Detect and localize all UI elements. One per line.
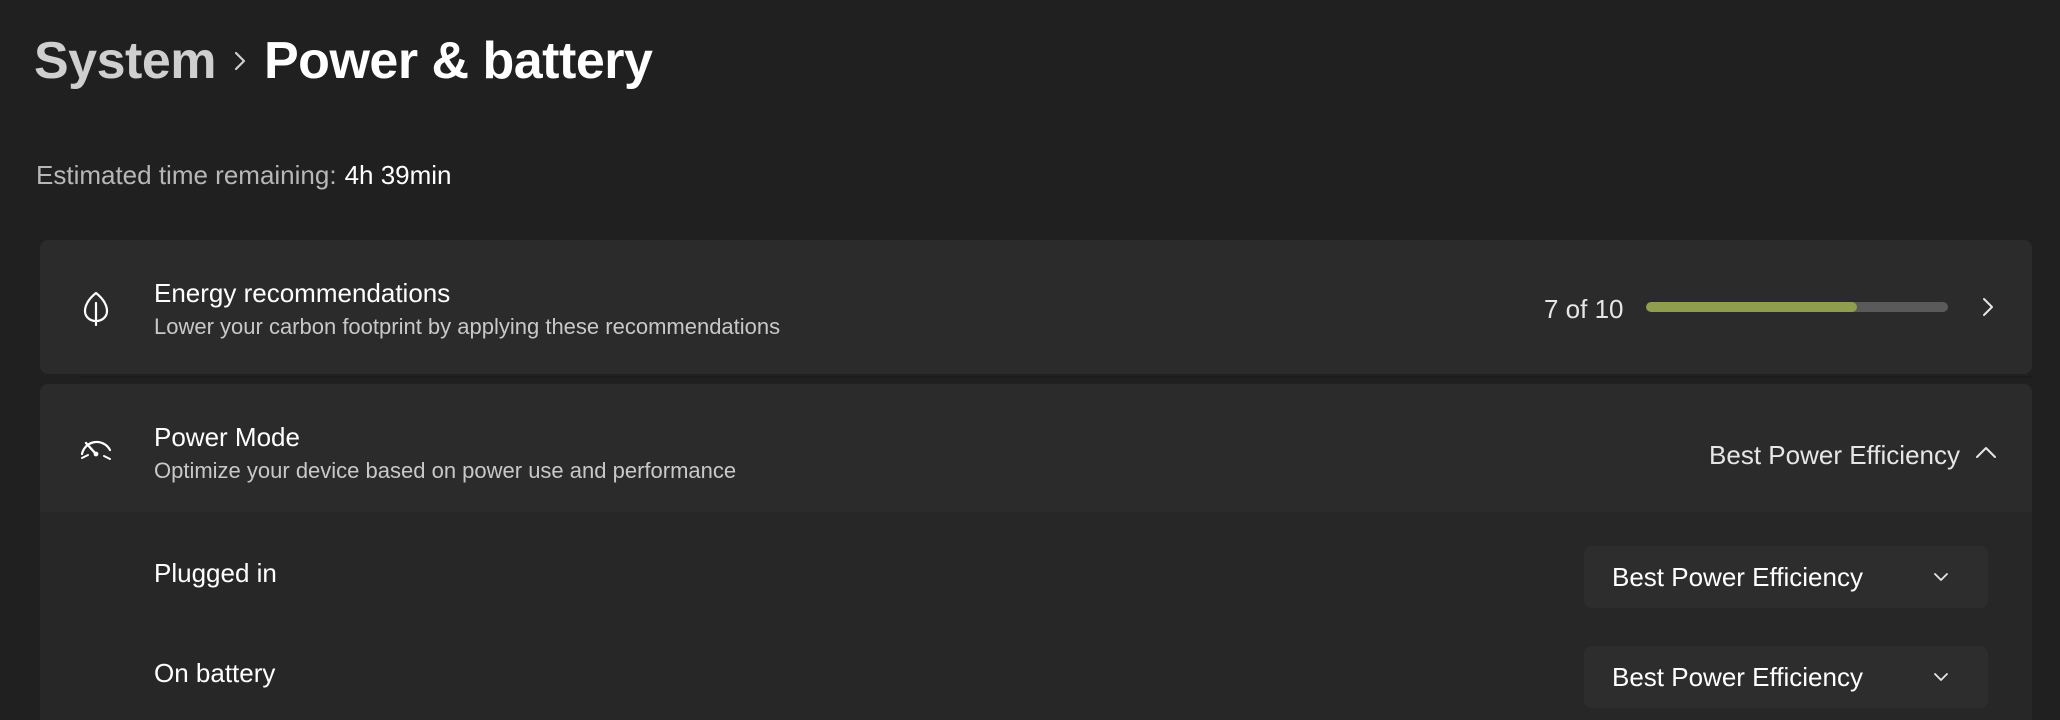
speedometer-icon [76, 428, 116, 468]
on-battery-label: On battery [154, 658, 276, 688]
chevron-down-icon [1932, 668, 1950, 686]
chevron-right-icon [216, 50, 264, 72]
recommendations-progress-bar [1646, 302, 1948, 312]
power-mode-value: Best Power Efficiency [1709, 440, 1960, 470]
recommendations-count: 7 of 10 [1544, 294, 1624, 324]
energy-recommendations-description: Lower your carbon footprint by applying … [154, 314, 781, 339]
power-mode-options: Plugged in Best Power Efficiency On batt… [40, 512, 2032, 720]
chevron-right-icon[interactable] [1976, 292, 2000, 322]
chevron-up-icon[interactable] [1972, 442, 2000, 462]
estimated-time-label: Estimated time remaining: [36, 160, 337, 190]
section-divider [80, 376, 2032, 378]
breadcrumb: System Power & battery [34, 22, 653, 100]
breadcrumb-system-link[interactable]: System [34, 31, 217, 91]
energy-recommendations-title: Energy recommendations [154, 278, 451, 308]
estimated-time-value: 4h 39min [344, 160, 452, 190]
plugged-in-label: Plugged in [154, 558, 277, 588]
on-battery-dropdown-value: Best Power Efficiency [1612, 661, 1863, 692]
power-mode-description: Optimize your device based on power use … [154, 458, 737, 483]
plugged-in-dropdown[interactable]: Best Power Efficiency [1584, 546, 1988, 608]
chevron-down-icon [1932, 568, 1950, 586]
estimated-time-row: Estimated time remaining: 4h 39min [36, 160, 452, 191]
page-title: Power & battery [264, 32, 653, 90]
energy-recommendations-card[interactable]: Energy recommendations Lower your carbon… [40, 240, 2032, 374]
power-mode-card[interactable]: Power Mode Optimize your device based on… [40, 384, 2032, 512]
plugged-in-dropdown-value: Best Power Efficiency [1612, 561, 1863, 592]
on-battery-dropdown[interactable]: Best Power Efficiency [1584, 646, 1988, 708]
leaf-icon [76, 287, 116, 327]
recommendations-progress-fill [1646, 302, 1858, 312]
power-mode-title: Power Mode [154, 422, 300, 452]
